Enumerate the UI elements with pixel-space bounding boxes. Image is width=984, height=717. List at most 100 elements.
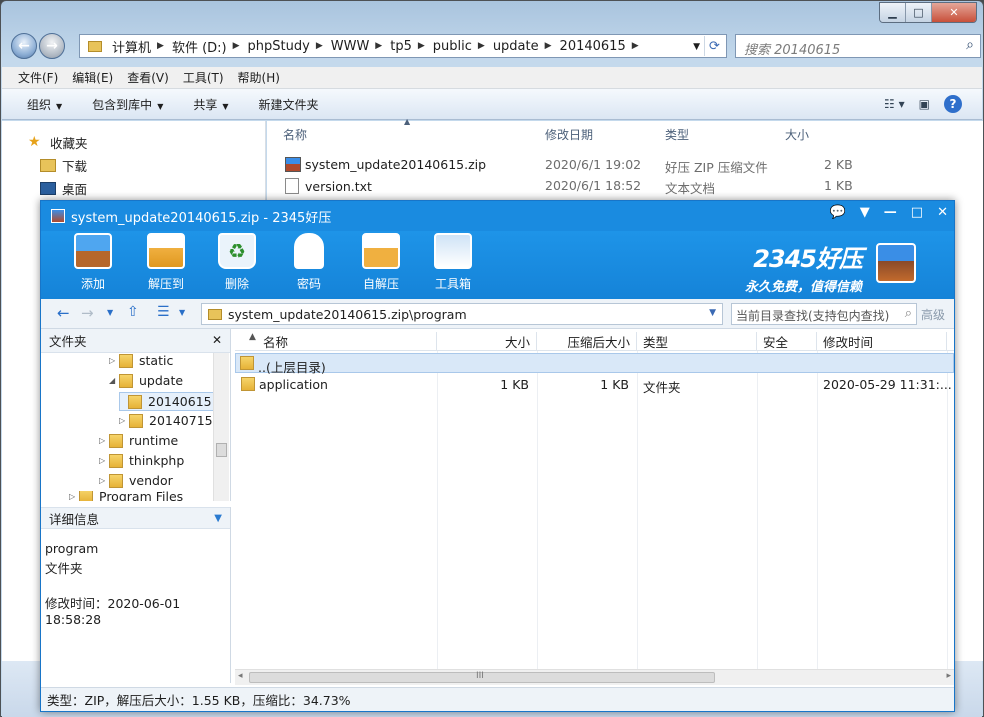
tree-node-update[interactable]: ◢ update <box>109 373 183 388</box>
column-type[interactable]: 类型 <box>637 332 757 350</box>
scrollbar-thumb[interactable] <box>216 443 227 457</box>
view-options-icon[interactable]: ☷ ▾ <box>884 97 905 111</box>
column-packed-size[interactable]: 压缩后大小 <box>537 332 637 350</box>
nav-downloads[interactable]: 下载 <box>40 156 87 175</box>
close-icon[interactable]: ✕ <box>937 205 948 220</box>
search-input[interactable]: 搜索 20140615 ⌕ <box>735 34 981 58</box>
back-arrow-icon: ← <box>18 38 30 54</box>
advanced-search-link[interactable]: 高级 <box>921 306 945 323</box>
explorer-caption-buttons: ▁ □ ✕ <box>879 2 977 23</box>
folder-icon <box>119 353 133 368</box>
chevron-down-icon[interactable]: ▼ <box>693 42 700 52</box>
delete-button[interactable]: ♻ 删除 <box>209 233 265 292</box>
menu-help[interactable]: 帮助(H) <box>238 69 280 86</box>
add-button[interactable]: 添加 <box>65 233 121 292</box>
back-arrow-icon[interactable]: ← <box>57 304 70 322</box>
breadcrumb[interactable]: WWW ▶ <box>327 35 386 57</box>
toolbox-button[interactable]: 工具箱 <box>425 233 481 292</box>
list-view-icon[interactable]: ☰ <box>157 304 170 320</box>
menu-view[interactable]: 查看(V) <box>127 69 169 86</box>
column-divider <box>437 351 438 669</box>
chevron-down-icon: ▼ <box>56 101 63 111</box>
password-button[interactable]: 密码 <box>281 233 337 292</box>
tree-node-runtime[interactable]: ▷ runtime <box>99 433 178 448</box>
breadcrumb[interactable]: update ▶ <box>489 35 556 57</box>
include-library-button[interactable]: 包含到库中 ▼ <box>92 96 163 113</box>
collapse-icon[interactable]: ◢ <box>109 376 119 385</box>
file-size: 2 KB <box>824 157 853 172</box>
breadcrumb[interactable]: public ▶ <box>429 35 489 57</box>
list-horizontal-scrollbar[interactable]: ◂ III ▸ <box>235 669 954 685</box>
maximize-icon[interactable]: □ <box>911 205 923 220</box>
column-modified[interactable]: 修改日期 <box>545 126 593 143</box>
share-button[interactable]: 共享 ▼ <box>193 96 228 113</box>
tree-scrollbar[interactable] <box>213 353 229 501</box>
maximize-button[interactable]: □ <box>906 3 932 22</box>
close-icon[interactable]: ✕ <box>212 333 222 347</box>
breadcrumb[interactable]: tp5 ▶ <box>386 35 429 57</box>
scrollbar-thumb[interactable]: III <box>249 671 715 683</box>
close-button[interactable]: ✕ <box>932 3 976 22</box>
new-folder-button[interactable]: 新建文件夹 <box>259 96 319 113</box>
menu-edit[interactable]: 编辑(E) <box>72 69 113 86</box>
back-button[interactable]: ← <box>11 33 37 59</box>
tree-node-20140615-selected[interactable]: 20140615 <box>119 392 216 411</box>
chevron-down-icon[interactable]: ▼ <box>709 308 716 318</box>
tree-node-program-files[interactable]: ▷ Program Files <box>69 491 183 501</box>
menu-file[interactable]: 文件(F) <box>18 69 58 86</box>
minimize-button[interactable]: ▁ <box>880 3 906 22</box>
archive-path-input[interactable]: system_update20140615.zip\program ▼ <box>201 303 723 325</box>
refresh-icon[interactable]: ⟳ <box>704 36 724 56</box>
breadcrumb[interactable]: 软件 (D:) ▶ <box>168 35 244 57</box>
column-security[interactable]: 安全 <box>757 332 817 350</box>
address-bar[interactable]: 计算机 ▶ 软件 (D:) ▶ phpStudy ▶ WWW ▶ tp5 ▶ public… <box>79 34 727 58</box>
breadcrumb[interactable]: 计算机 ▶ <box>108 35 168 57</box>
column-name[interactable]: 名称 <box>235 332 437 350</box>
list-row-application[interactable]: application 1 KB 1 KB 文件夹 2020-05-29 11:… <box>235 374 954 395</box>
tree-node-vendor[interactable]: ▷ vendor <box>99 473 173 488</box>
self-extract-button[interactable]: 自解压 <box>353 233 409 292</box>
scroll-left-icon[interactable]: ◂ <box>238 671 243 681</box>
history-dropdown-icon[interactable]: ▼ <box>107 308 113 317</box>
nav-favorites[interactable]: ★ 收藏夹 <box>28 133 88 152</box>
column-modified[interactable]: 修改时间 <box>817 332 947 350</box>
help-icon[interactable]: ? <box>944 95 962 113</box>
expand-icon[interactable]: ▷ <box>69 492 79 501</box>
extract-to-button[interactable]: 解压到 <box>138 233 194 292</box>
list-row-parent[interactable]: ..(上层目录) <box>235 353 954 375</box>
scroll-right-icon[interactable]: ▸ <box>946 671 951 681</box>
column-size[interactable]: 大小 <box>437 332 537 350</box>
nav-desktop[interactable]: 桌面 <box>40 179 87 198</box>
expand-icon[interactable]: ▷ <box>109 356 119 365</box>
expand-icon[interactable]: ▷ <box>99 456 109 465</box>
expand-icon[interactable]: ▷ <box>99 476 109 485</box>
organize-button[interactable]: 组织 ▼ <box>27 96 62 113</box>
expand-icon[interactable]: ▷ <box>119 416 129 425</box>
expand-icon[interactable]: ▷ <box>99 436 109 445</box>
view-dropdown-icon[interactable]: ▼ <box>179 308 185 317</box>
feedback-icon[interactable]: 💬 <box>830 205 846 220</box>
menu-tools[interactable]: 工具(T) <box>183 69 224 86</box>
tree-node-static[interactable]: ▷ static <box>109 353 173 368</box>
file-row[interactable]: system_update20140615.zip <box>285 157 486 172</box>
column-type[interactable]: 类型 <box>665 126 689 143</box>
detail-panel-header[interactable]: 详细信息 ▼ <box>41 507 230 529</box>
detail-name: program <box>45 541 99 556</box>
breadcrumb[interactable]: 20140615 ▶ <box>556 35 643 57</box>
archive-list-header: 名称 ▲ 大小 压缩后大小 类型 安全 修改时间 <box>235 329 954 351</box>
file-row[interactable]: version.txt <box>285 178 372 194</box>
column-size[interactable]: 大小 <box>785 126 809 143</box>
row-type: 文件夹 <box>643 380 681 395</box>
menu-dropdown-icon[interactable]: ▼ <box>860 205 870 220</box>
archive-search-input[interactable]: 当前目录查找(支持包内查找) ⌕ <box>731 303 917 325</box>
up-folder-icon[interactable]: ⇧ <box>127 304 139 320</box>
tree-node-20140715[interactable]: ▷ 20140715 <box>119 413 213 428</box>
preview-pane-icon[interactable]: ▣ <box>919 97 930 111</box>
column-name[interactable]: 名称 <box>283 126 307 143</box>
file-type: 文本文档 <box>665 181 716 196</box>
forward-arrow-icon[interactable]: → <box>81 304 94 322</box>
breadcrumb[interactable]: phpStudy ▶ <box>244 35 327 57</box>
minimize-icon[interactable]: — <box>884 205 897 220</box>
forward-button[interactable]: → <box>39 33 65 59</box>
tree-node-thinkphp[interactable]: ▷ thinkphp <box>99 453 184 468</box>
